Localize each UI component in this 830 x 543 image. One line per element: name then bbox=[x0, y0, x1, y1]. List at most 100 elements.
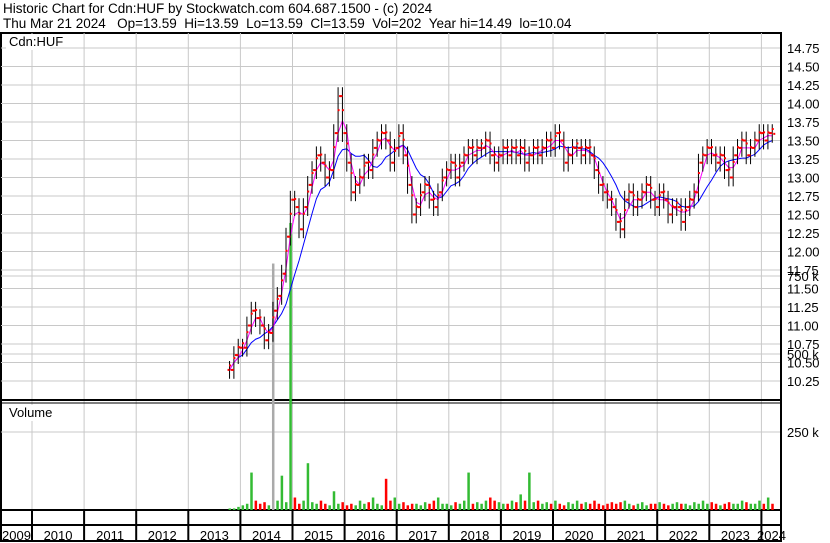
price-point bbox=[773, 132, 776, 135]
price-point bbox=[475, 154, 478, 157]
price-tick-label: 14.25 bbox=[787, 78, 820, 93]
price-point bbox=[314, 169, 317, 172]
price-point bbox=[563, 146, 566, 149]
price-point bbox=[372, 153, 375, 156]
year-label: 2023 bbox=[721, 528, 750, 543]
year-label: 2019 bbox=[512, 528, 541, 543]
price-point bbox=[323, 161, 326, 164]
volume-bar bbox=[402, 502, 405, 510]
price-point bbox=[644, 191, 647, 194]
price-point bbox=[272, 316, 275, 319]
volume-bar bbox=[658, 502, 661, 510]
volume-bar bbox=[324, 503, 327, 510]
price-point bbox=[518, 154, 521, 157]
volume-bar bbox=[341, 502, 344, 510]
price-point bbox=[602, 183, 605, 186]
price-point bbox=[444, 176, 447, 179]
price-point bbox=[250, 312, 253, 315]
volume-bar bbox=[384, 478, 388, 510]
volume-bar bbox=[584, 502, 588, 510]
volume-bar bbox=[237, 506, 240, 510]
price-point bbox=[576, 142, 579, 145]
price-point bbox=[748, 154, 751, 157]
volume-bar bbox=[410, 503, 414, 510]
price-point bbox=[315, 157, 318, 160]
price-point bbox=[559, 131, 562, 134]
volume-bar bbox=[519, 494, 522, 510]
price-point bbox=[236, 354, 239, 357]
price-point bbox=[402, 138, 405, 141]
price-point bbox=[301, 228, 304, 231]
price-point bbox=[461, 161, 464, 164]
volume-bar bbox=[315, 503, 318, 510]
year-label: 2024 bbox=[757, 528, 786, 543]
price-tick-label: 13.75 bbox=[787, 115, 820, 130]
symbol-label: Cdn:HUF bbox=[9, 34, 63, 49]
volume-bar bbox=[454, 502, 457, 510]
volume-bar bbox=[306, 463, 310, 510]
volume-bar bbox=[458, 503, 462, 510]
volume-bar bbox=[376, 503, 379, 510]
price-point bbox=[437, 194, 440, 197]
year-label: 2015 bbox=[304, 528, 333, 543]
price-point bbox=[249, 324, 252, 327]
price-tick-label: 10.25 bbox=[787, 374, 820, 389]
price-point bbox=[480, 142, 483, 145]
price-point bbox=[420, 194, 423, 197]
price-tick-label: 13.25 bbox=[787, 152, 820, 167]
price-point bbox=[488, 139, 491, 142]
volume-bar bbox=[358, 500, 362, 510]
volume-bar bbox=[354, 505, 357, 510]
price-point bbox=[331, 169, 334, 172]
volume-bar bbox=[280, 475, 284, 510]
volume-bar bbox=[701, 500, 705, 510]
price-point bbox=[619, 220, 622, 223]
price-point bbox=[735, 154, 738, 157]
volume-bar bbox=[558, 503, 562, 510]
volume-bar bbox=[493, 500, 496, 510]
price-point bbox=[606, 190, 609, 193]
chart-canvas: 14.75 14.50 14.25 14.00 13.75 13.50 13.25 13.00… bbox=[0, 32, 820, 543]
price-point bbox=[441, 179, 444, 182]
price-point bbox=[281, 279, 284, 282]
price-point bbox=[440, 191, 443, 194]
price-point bbox=[728, 168, 731, 171]
price-point bbox=[496, 161, 499, 164]
price-point bbox=[279, 294, 282, 297]
price-point bbox=[509, 154, 512, 157]
volume-label: Volume bbox=[9, 405, 52, 420]
price-point bbox=[398, 135, 401, 138]
price-point bbox=[407, 164, 410, 167]
price-point bbox=[294, 197, 297, 200]
price-point bbox=[553, 146, 556, 149]
price-tick-label: 14.00 bbox=[787, 97, 820, 112]
volume-bar bbox=[328, 505, 331, 510]
price-point bbox=[457, 176, 460, 179]
price-point bbox=[288, 235, 291, 238]
price-point bbox=[515, 146, 518, 149]
volume-bar bbox=[554, 500, 557, 510]
price-point bbox=[718, 161, 721, 164]
price-point bbox=[240, 346, 243, 349]
price-point bbox=[635, 206, 638, 209]
year-label: 2010 bbox=[44, 528, 73, 543]
volume-bar bbox=[415, 503, 418, 510]
volume-bar bbox=[549, 503, 553, 510]
volume-bar bbox=[332, 491, 336, 510]
volume-bar bbox=[350, 503, 353, 510]
volume-bar bbox=[380, 505, 384, 510]
price-point bbox=[453, 161, 456, 164]
price-point bbox=[375, 146, 378, 149]
volume-bar bbox=[619, 502, 622, 510]
volume-bar bbox=[506, 503, 509, 510]
price-point bbox=[275, 309, 278, 312]
price-point bbox=[663, 190, 666, 193]
price-point bbox=[732, 160, 735, 163]
year-label: 2021 bbox=[617, 528, 646, 543]
price-point bbox=[259, 316, 262, 319]
price-point bbox=[289, 212, 292, 215]
price-point bbox=[667, 201, 670, 204]
price-point bbox=[422, 191, 425, 194]
price-point bbox=[744, 139, 747, 142]
volume-bar bbox=[641, 502, 644, 510]
